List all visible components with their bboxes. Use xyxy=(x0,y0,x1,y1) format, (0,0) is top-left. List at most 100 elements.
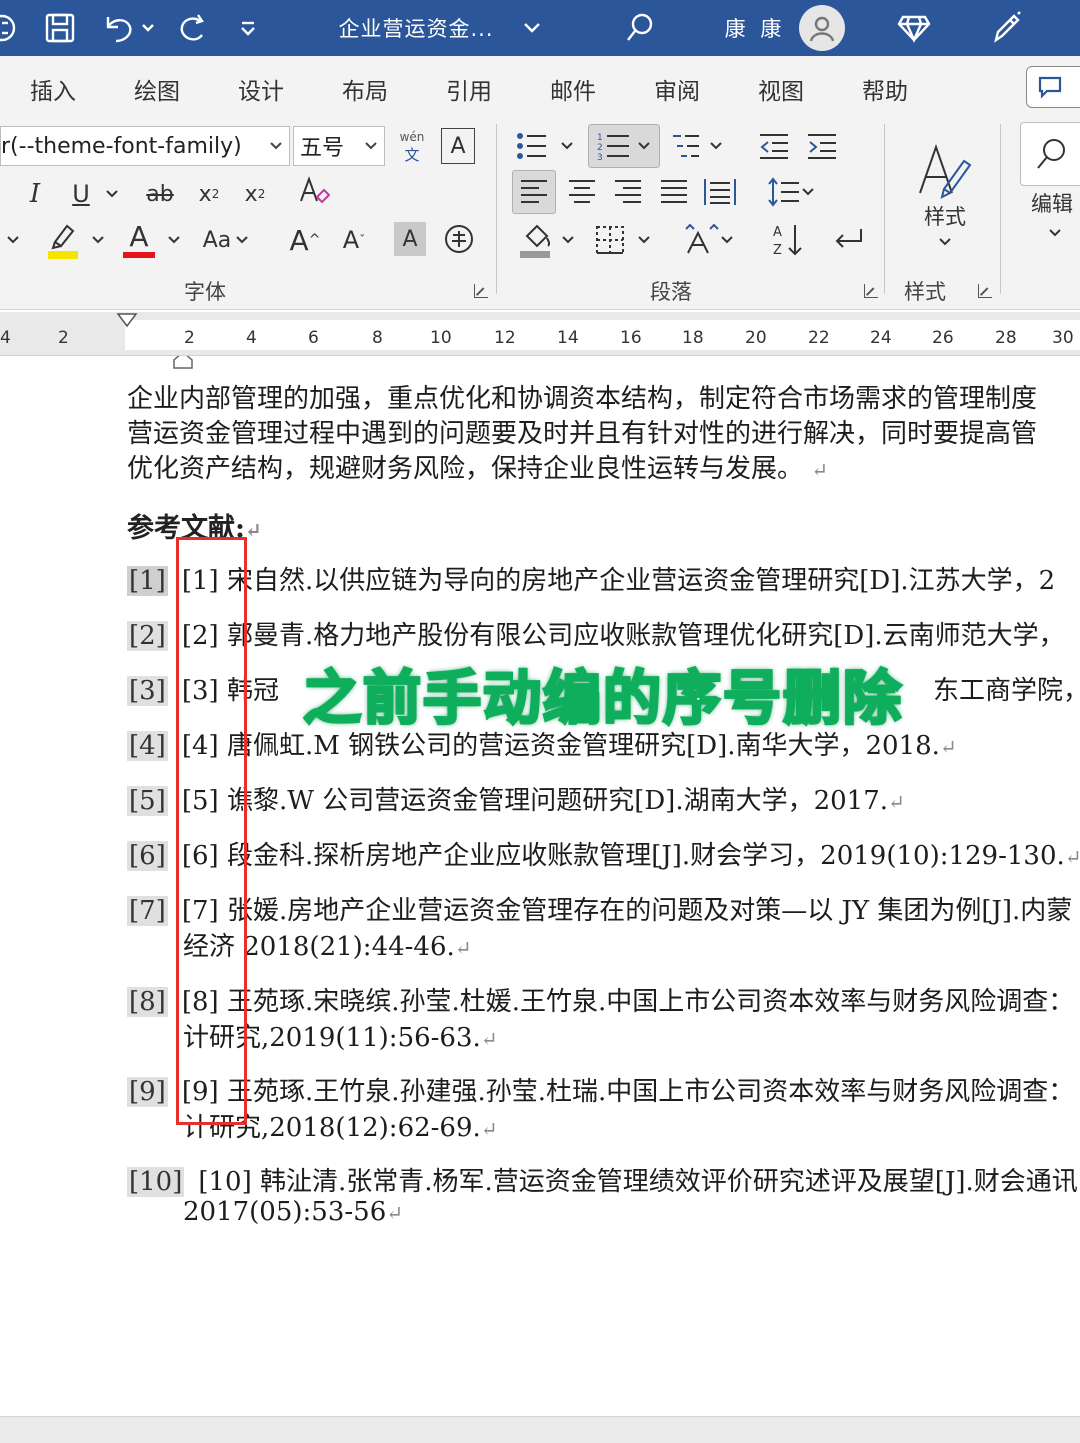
undo-icon[interactable] xyxy=(96,0,140,56)
phonetic-guide-button[interactable]: wén 文 xyxy=(394,124,430,170)
bullets-button[interactable] xyxy=(514,126,550,166)
reference-item[interactable]: [2] [2] 郭曼青.格力地产股份有限公司应收账款管理优化研究[D].云南师范大… xyxy=(127,615,1065,652)
undo-dropdown-icon[interactable] xyxy=(138,0,158,56)
editing-label[interactable]: 编辑 xyxy=(1020,188,1080,218)
tab-help[interactable]: 帮助 xyxy=(862,72,908,106)
grow-font-button[interactable]: A ^ xyxy=(286,218,324,262)
reference-item[interactable]: [10] [10] 韩沚清.张常青.杨军.营运资金管理绩效评价研究述评及展望[J]… xyxy=(127,1161,1078,1227)
text-effects-dropdown-icon[interactable] xyxy=(0,220,26,260)
underline-dropdown-icon[interactable] xyxy=(102,174,122,214)
tab-layout[interactable]: 布局 xyxy=(342,72,388,106)
reference-item[interactable]: [1] [1] 宋自然.以供应链为导向的房地产企业营运资金管理研究[D].江苏大学… xyxy=(127,560,1055,597)
avatar[interactable] xyxy=(799,5,845,51)
bullets-dropdown-icon[interactable] xyxy=(558,126,576,166)
font-name-combo[interactable]: r(--theme-font-family) xyxy=(0,126,290,166)
ruler-mark: 12 xyxy=(494,328,516,348)
tab-references[interactable]: 引用 xyxy=(446,72,492,106)
magnifier-icon xyxy=(1037,139,1065,169)
styles-dialog-launcher-icon[interactable] xyxy=(978,284,992,298)
tab-insert[interactable]: 插入 xyxy=(30,72,76,106)
enclose-characters-button[interactable] xyxy=(440,218,478,260)
annotation-caption: 之前手动编的序号删除 xyxy=(301,663,903,734)
body-line: 营运资金管理过程中遇到的问题要及时并且有针对性的进行解决，同时要提高管 xyxy=(127,419,1038,449)
highlight-dropdown-icon[interactable] xyxy=(88,220,108,260)
distributed-button[interactable] xyxy=(700,170,740,214)
subscript-button[interactable]: x2 xyxy=(194,174,224,214)
autosave-icon[interactable] xyxy=(0,0,22,56)
align-left-button[interactable] xyxy=(512,170,556,214)
save-icon[interactable] xyxy=(38,0,82,56)
hanging-indent-marker-icon[interactable] xyxy=(172,356,194,370)
ruler-mark: 2 xyxy=(184,328,195,348)
strikethrough-button[interactable]: ab xyxy=(140,174,180,214)
find-button[interactable] xyxy=(1020,122,1080,186)
reference-item[interactable]: [7] [7] 张媛.房地产企业营运资金管理存在的问题及对策—以 JY 集团为例[… xyxy=(127,890,1073,962)
search-icon[interactable] xyxy=(618,0,662,56)
superscript-button[interactable]: x2 xyxy=(240,174,270,214)
shrink-font-button[interactable]: Aˇ xyxy=(336,218,372,262)
multilevel-dropdown-icon[interactable] xyxy=(706,126,726,166)
borders-dropdown-icon[interactable] xyxy=(634,218,654,262)
font-size-combo[interactable]: 五号 xyxy=(293,126,385,166)
multilevel-list-button[interactable] xyxy=(670,126,702,166)
group-divider xyxy=(1000,124,1001,294)
auto-number: [5] xyxy=(127,786,168,816)
show-marks-button[interactable] xyxy=(826,218,870,262)
sort-button[interactable]: AZ xyxy=(768,218,808,262)
numbering-button[interactable]: 123 xyxy=(588,124,660,168)
font-color-dropdown-icon[interactable] xyxy=(164,220,184,260)
font-dropdown-icon[interactable] xyxy=(269,141,283,151)
tab-view[interactable]: 视图 xyxy=(758,72,804,106)
paragraph-dialog-launcher-icon[interactable] xyxy=(864,284,878,298)
horizontal-ruler[interactable]: 4 2 2 4 6 8 10 12 14 16 18 20 22 24 26 2… xyxy=(0,312,1080,356)
case-dropdown-icon xyxy=(236,236,248,244)
ruler-mark: 20 xyxy=(745,328,767,348)
character-shading-button[interactable]: A xyxy=(394,222,426,256)
reference-text: [7] 张媛.房地产企业营运资金管理存在的问题及对策—以 JY 集团为例[J].… xyxy=(181,896,1073,926)
increase-indent-button[interactable] xyxy=(804,126,840,166)
styles-button[interactable]: 样式 xyxy=(904,126,986,260)
chinese-layout-button[interactable] xyxy=(680,218,738,262)
paragraph-mark-icon: ↵ xyxy=(888,790,905,814)
editing-dropdown-icon[interactable] xyxy=(1046,222,1064,244)
shading-dropdown-icon[interactable] xyxy=(558,218,578,262)
character-border-button[interactable]: A xyxy=(441,128,475,164)
document-title[interactable]: 企业营运资金... xyxy=(330,0,502,56)
diamond-icon[interactable] xyxy=(890,0,938,56)
align-right-button[interactable] xyxy=(608,170,648,214)
clear-formatting-button[interactable] xyxy=(296,170,332,214)
change-case-button[interactable]: Aa xyxy=(198,220,254,260)
redo-icon[interactable] xyxy=(170,0,214,56)
size-dropdown-icon[interactable] xyxy=(364,141,378,151)
reference-item[interactable]: [8] [8] 王苑琢.宋晓缤.孙莹.杜媛.王竹泉.中国上市公司资本效率与财务风险… xyxy=(127,981,1074,1053)
underline-button[interactable]: U xyxy=(66,174,96,214)
auto-number: [7] xyxy=(127,896,168,926)
paragraph-group-label: 段落 xyxy=(650,280,692,304)
group-divider xyxy=(884,124,885,294)
reference-item[interactable]: [9] [9] 王苑琢.王竹泉.孙建强.孙莹.杜瑞.中国上市公司资本效率与财务风险… xyxy=(127,1071,1074,1143)
decrease-indent-button[interactable] xyxy=(756,126,792,166)
user-avatar[interactable] xyxy=(798,0,846,56)
shading-button[interactable] xyxy=(516,218,556,262)
tab-mailings[interactable]: 邮件 xyxy=(550,72,596,106)
first-line-indent-marker-icon[interactable] xyxy=(116,312,138,332)
user-name[interactable]: 康 康 xyxy=(716,0,794,56)
comments-button[interactable] xyxy=(1026,66,1080,108)
italic-button[interactable]: I xyxy=(20,174,50,214)
borders-button[interactable] xyxy=(590,218,630,262)
reference-item[interactable]: [6] [6] 段金科.探析房地产企业应收账款管理[J].财会学习，2019(10… xyxy=(127,835,1080,872)
document-page[interactable]: 企业内部管理的加强，重点优化和协调资本结构，制定符合市场需求的管理制度 营运资金… xyxy=(0,356,1080,1416)
font-dialog-launcher-icon[interactable] xyxy=(474,284,488,298)
align-center-button[interactable] xyxy=(562,170,602,214)
tab-review[interactable]: 审阅 xyxy=(654,72,700,106)
font-color-button[interactable]: A xyxy=(120,218,158,262)
tab-draw[interactable]: 绘图 xyxy=(134,72,180,106)
justify-button[interactable] xyxy=(654,170,694,214)
pen-icon[interactable] xyxy=(982,0,1030,56)
tab-design[interactable]: 设计 xyxy=(238,72,284,106)
title-dropdown-icon[interactable] xyxy=(518,0,546,56)
chinese-layout-dropdown-icon xyxy=(721,236,733,244)
highlight-button[interactable] xyxy=(44,218,82,262)
customize-qat-icon[interactable] xyxy=(234,0,262,56)
line-spacing-button[interactable] xyxy=(762,170,820,214)
